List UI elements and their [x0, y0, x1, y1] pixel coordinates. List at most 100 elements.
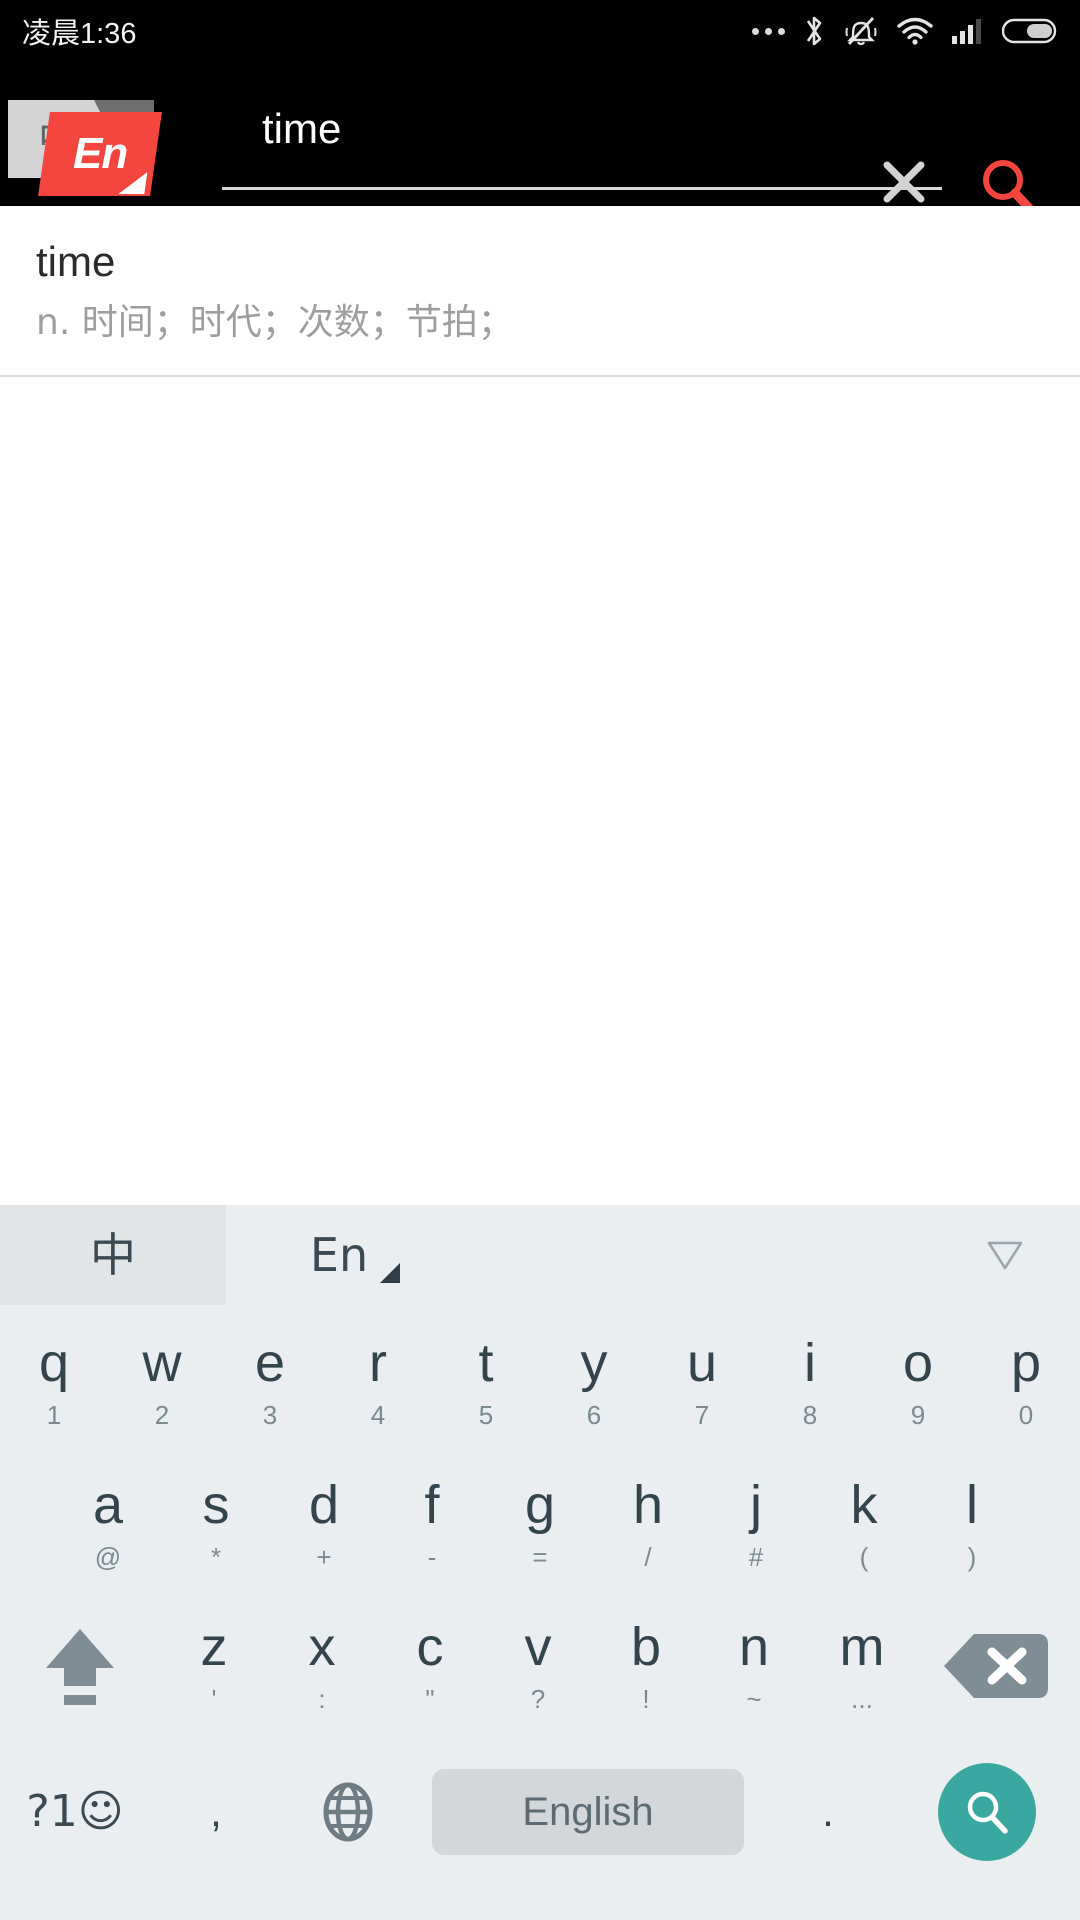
- space-key[interactable]: English: [432, 1769, 744, 1855]
- key-n[interactable]: n ~: [700, 1595, 808, 1737]
- key-l[interactable]: l ): [918, 1453, 1026, 1595]
- key-o-sub: 9: [910, 1400, 926, 1430]
- enter-search-key[interactable]: [938, 1763, 1036, 1861]
- backspace-icon: [944, 1634, 1048, 1698]
- key-d[interactable]: d +: [270, 1453, 378, 1595]
- keyboard-toolbar-spacer[interactable]: [452, 1205, 1080, 1305]
- key-k-label: k: [850, 1475, 878, 1535]
- key-o-label: o: [902, 1333, 934, 1393]
- key-d-label: d: [308, 1475, 340, 1535]
- result-word: time: [36, 238, 116, 285]
- wifi-icon: [897, 17, 933, 45]
- key-j-sub: #: [748, 1542, 764, 1572]
- key-p-sub: 0: [1018, 1400, 1034, 1430]
- key-e-label: e: [254, 1333, 286, 1393]
- search-input-value: time: [262, 105, 342, 152]
- keyboard-row-1: q 1 w 2 e 3 r 4 t 5 y 6 u 7 i 8 o 9 p 0: [0, 1311, 1080, 1453]
- logo-english-label: En: [72, 129, 128, 178]
- key-b[interactable]: b !: [592, 1595, 700, 1737]
- key-s[interactable]: s *: [162, 1453, 270, 1595]
- app-logo[interactable]: 中 En: [8, 86, 188, 196]
- key-m-label: m: [839, 1617, 885, 1677]
- key-f-label: f: [424, 1475, 440, 1535]
- signal-icon: [952, 19, 981, 44]
- search-input[interactable]: time: [222, 86, 942, 190]
- key-g-sub: =: [532, 1542, 548, 1572]
- close-icon: [883, 161, 925, 203]
- keyboard-row-4: ?1☺ , English .: [0, 1737, 1080, 1887]
- phone-screen: 凌晨1:36 En time time n. 时间；时代；次数；节拍； 中 En…: [0, 0, 1080, 1920]
- key-c-label: c: [416, 1617, 444, 1677]
- key-s-sub: *: [210, 1542, 222, 1572]
- key-z[interactable]: z ': [160, 1595, 268, 1737]
- keyboard-tab-chinese[interactable]: 中: [0, 1205, 226, 1305]
- key-k[interactable]: k (: [810, 1453, 918, 1595]
- logo-english-card: En: [38, 112, 162, 196]
- more-dots-icon: [752, 27, 785, 35]
- key-h-sub: /: [644, 1542, 652, 1572]
- key-v-sub: ?: [530, 1684, 546, 1714]
- key-o[interactable]: o 9: [864, 1311, 972, 1453]
- key-u-label: u: [686, 1333, 718, 1393]
- key-h-label: h: [632, 1475, 664, 1535]
- key-q-sub: 1: [46, 1400, 62, 1430]
- space-key-wrap[interactable]: English: [414, 1737, 762, 1887]
- key-u[interactable]: u 7: [648, 1311, 756, 1453]
- key-x-sub: :: [318, 1684, 326, 1714]
- symbols-key-label: ?1☺: [26, 1786, 124, 1837]
- backspace-key[interactable]: [916, 1595, 1076, 1737]
- key-z-sub: ': [211, 1684, 217, 1714]
- key-l-sub: ): [967, 1542, 977, 1572]
- key-x[interactable]: x :: [268, 1595, 376, 1737]
- globe-icon: [323, 1782, 373, 1842]
- keyboard-tab-chinese-label: 中: [90, 1228, 136, 1282]
- keyboard-toolbar: 中 En: [0, 1205, 1080, 1305]
- keyboard-row-3: z ' x : c " v ? b ! n ~ m ...: [0, 1595, 1080, 1737]
- key-e[interactable]: e 3: [216, 1311, 324, 1453]
- key-m[interactable]: m ...: [808, 1595, 916, 1737]
- key-q-label: q: [38, 1333, 70, 1393]
- silent-bell-icon: [845, 17, 877, 46]
- shift-key[interactable]: [0, 1595, 160, 1737]
- on-screen-keyboard: 中 En q 1 w 2 e 3 r 4 t 5 y 6 u 7 i 8 o 9…: [0, 1205, 1080, 1920]
- key-b-label: b: [630, 1617, 662, 1677]
- collapse-keyboard-button[interactable]: [982, 1232, 1028, 1278]
- key-c[interactable]: c ": [376, 1595, 484, 1737]
- key-j[interactable]: j #: [702, 1453, 810, 1595]
- comma-key[interactable]: ,: [150, 1737, 282, 1887]
- key-t[interactable]: t 5: [432, 1311, 540, 1453]
- key-i-sub: 8: [802, 1400, 818, 1430]
- key-v[interactable]: v ?: [484, 1595, 592, 1737]
- key-f[interactable]: f -: [378, 1453, 486, 1595]
- key-j-label: j: [750, 1475, 762, 1535]
- language-switch-key[interactable]: [282, 1737, 414, 1887]
- key-s-label: s: [202, 1475, 230, 1535]
- key-a-label: a: [92, 1475, 124, 1535]
- key-y[interactable]: y 6: [540, 1311, 648, 1453]
- list-item[interactable]: time n. 时间；时代；次数；节拍；: [0, 206, 1080, 378]
- key-x-label: x: [308, 1617, 336, 1677]
- key-q[interactable]: q 1: [0, 1311, 108, 1453]
- search-results-list: time n. 时间；时代；次数；节拍；: [0, 206, 1080, 378]
- chevron-down-icon: [987, 1241, 1023, 1270]
- keyboard-key-rows: q 1 w 2 e 3 r 4 t 5 y 6 u 7 i 8 o 9 p 0 …: [0, 1305, 1080, 1887]
- symbols-key[interactable]: ?1☺: [0, 1737, 150, 1887]
- period-key[interactable]: .: [762, 1737, 894, 1887]
- key-r[interactable]: r 4: [324, 1311, 432, 1453]
- key-i-label: i: [804, 1333, 816, 1393]
- keyboard-tab-english[interactable]: En: [226, 1205, 452, 1305]
- key-c-sub: ": [425, 1684, 435, 1714]
- key-p[interactable]: p 0: [972, 1311, 1080, 1453]
- key-a[interactable]: a @: [54, 1453, 162, 1595]
- enter-key-wrap[interactable]: [894, 1737, 1080, 1887]
- status-bar: 凌晨1:36: [0, 0, 1080, 62]
- key-y-sub: 6: [586, 1400, 602, 1430]
- key-w-label: w: [142, 1333, 182, 1393]
- result-definition: n. 时间；时代；次数；节拍；: [36, 302, 514, 344]
- key-i[interactable]: i 8: [756, 1311, 864, 1453]
- key-f-sub: -: [427, 1542, 437, 1572]
- key-g[interactable]: g =: [486, 1453, 594, 1595]
- key-w[interactable]: w 2: [108, 1311, 216, 1453]
- key-h[interactable]: h /: [594, 1453, 702, 1595]
- key-u-sub: 7: [694, 1400, 710, 1430]
